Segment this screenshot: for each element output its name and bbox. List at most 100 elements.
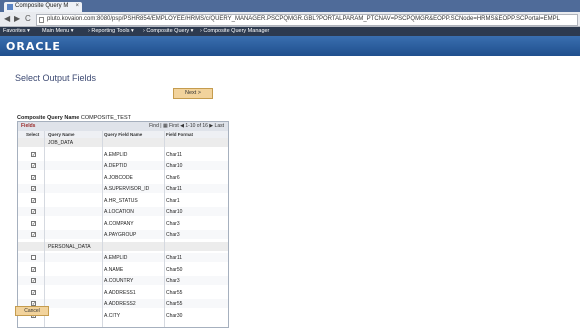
select-checkbox[interactable]: ✓ <box>31 186 36 191</box>
checkmark-icon: ✓ <box>32 197 36 203</box>
query-field-name-cell: A.CITY <box>104 312 121 319</box>
select-checkbox[interactable] <box>31 255 36 260</box>
field-format-cell: Char3 <box>166 278 180 284</box>
query-field-name-cell: A.ADDRESS2 <box>104 301 136 307</box>
select-checkbox[interactable]: ✓ <box>31 220 36 226</box>
checkmark-icon: ✓ <box>32 289 36 295</box>
query-field-name-cell: A.COUNTRY <box>104 278 134 284</box>
tab-close-icon[interactable]: × <box>75 3 79 9</box>
back-icon[interactable]: ◀ <box>4 14 10 24</box>
tab-bar: Composite Query M × <box>0 0 580 12</box>
select-checkbox[interactable]: ✓ <box>31 232 36 237</box>
field-format-cell: Char11 <box>166 186 183 192</box>
select-checkbox[interactable]: ✓ <box>31 174 36 180</box>
select-checkbox[interactable]: ✓ <box>31 278 36 283</box>
field-format-cell: Char10 <box>166 163 183 169</box>
menu-favorites[interactable]: Favorites ▾ <box>3 28 30 34</box>
field-format-cell: Char11 <box>166 151 183 158</box>
oracle-logo: ORACLE <box>6 40 61 53</box>
field-format-cell: Char55 <box>166 301 183 307</box>
page-icon <box>39 17 44 23</box>
table-row: ✓ A.NAME Char50 <box>18 264 228 274</box>
address-bar: ◀ ▶ C pluto.kovaion.com:8080/psp/PSHR854… <box>0 12 580 27</box>
field-format-cell: Char50 <box>166 266 183 273</box>
menu-bar: Favorites ▾ Main Menu ▾ › Reporting Tool… <box>0 27 580 36</box>
query-field-name-cell: A.EMPLID <box>104 151 128 158</box>
grid-title: Fields <box>21 123 36 129</box>
page-title: Select Output Fields <box>15 73 97 83</box>
col-query-name: Query Name <box>48 132 75 137</box>
select-checkbox[interactable]: ✓ <box>31 197 36 203</box>
table-row: ✓ A.JOBCODE Char6 <box>18 172 228 182</box>
query-field-name-cell: A.JOBCODE <box>104 174 133 181</box>
column-divider <box>164 131 165 327</box>
menu-reporting-tools[interactable]: › Reporting Tools ▾ <box>88 28 134 34</box>
next-button[interactable]: Next > <box>173 88 213 99</box>
select-checkbox[interactable]: ✓ <box>31 289 36 295</box>
fields-grid: Fields Find | ▦ First ◀ 1-10 of 16 ▶ Las… <box>17 121 229 328</box>
col-query-field-name: Query Field Name <box>104 132 143 137</box>
field-format-cell: Char6 <box>166 174 180 181</box>
col-field-format: Field Format <box>166 132 194 137</box>
select-checkbox[interactable]: ✓ <box>31 209 36 214</box>
field-format-cell: Char1 <box>166 197 180 204</box>
checkmark-icon: ✓ <box>32 174 36 180</box>
browser-window: Composite Query M × ◀ ▶ C pluto.kovaion.… <box>0 0 580 328</box>
checkmark-icon: ✓ <box>32 186 36 191</box>
checkmark-icon: ✓ <box>32 278 36 283</box>
checkmark-icon: ✓ <box>32 232 36 237</box>
table-row: JOB_DATA <box>18 138 228 147</box>
query-field-name-cell: A.SUPERVISOR_ID <box>104 186 150 192</box>
select-checkbox[interactable]: ✓ <box>31 151 36 157</box>
field-format-cell: Char11 <box>166 255 183 261</box>
table-row: ✓ A.PAYGROUP Char3 <box>18 230 228 239</box>
field-format-cell: Char10 <box>166 209 183 215</box>
select-checkbox[interactable]: ✓ <box>31 266 36 272</box>
grid-navigation[interactable]: Find | ▦ First ◀ 1-10 of 16 ▶ Last <box>149 123 224 129</box>
table-row: ✓ A.COMPANY Char3 <box>18 218 228 228</box>
field-format-cell: Char30 <box>166 312 183 319</box>
query-field-name-cell: A.EMPLID <box>104 255 128 261</box>
checkmark-icon: ✓ <box>32 266 36 272</box>
query-field-name-cell: A.LOCATION <box>104 209 134 215</box>
query-field-name-cell: A.PAYGROUP <box>104 232 137 238</box>
table-row: ✓ A.EMPLID Char11 <box>18 149 228 159</box>
tab-title: Composite Query M <box>15 3 69 9</box>
page-favicon-icon <box>7 4 13 10</box>
table-row: PERSONAL_DATA <box>18 241 228 251</box>
forward-icon[interactable]: ▶ <box>14 14 20 24</box>
query-name-cell: JOB_DATA <box>48 140 74 146</box>
menu-main-menu[interactable]: Main Menu ▾ <box>42 28 74 34</box>
table-row: A.EMPLID Char11 <box>18 253 228 262</box>
query-field-name-cell: A.COMPANY <box>104 220 134 227</box>
query-field-name-cell: A.DEPTID <box>104 163 128 169</box>
cancel-button[interactable]: Cancel <box>15 306 49 316</box>
query-field-name-cell: A.NAME <box>104 266 124 273</box>
field-format-cell: Char3 <box>166 220 180 227</box>
query-name-cell: PERSONAL_DATA <box>48 243 91 250</box>
url-text: pluto.kovaion.com:8080/psp/PSHR854/EMPLO… <box>47 16 560 22</box>
table-row: ✓ A.HR_STATUS Char1 <box>18 195 228 205</box>
table-row: ✓ A.SUPERVISOR_ID Char11 <box>18 184 228 193</box>
select-checkbox[interactable]: ✓ <box>31 163 36 168</box>
reload-icon[interactable]: C <box>25 14 31 24</box>
query-field-name-cell: A.ADDRESS1 <box>104 289 136 296</box>
checkmark-icon: ✓ <box>32 163 36 168</box>
browser-tab[interactable]: Composite Query M × <box>4 2 82 12</box>
peoplesoft-page: Favorites ▾ Main Menu ▾ › Reporting Tool… <box>0 27 580 328</box>
checkmark-icon: ✓ <box>32 220 36 226</box>
table-row: ✓ A.COUNTRY Char3 <box>18 276 228 285</box>
field-format-cell: Char55 <box>166 289 183 296</box>
url-field[interactable]: pluto.kovaion.com:8080/psp/PSHR854/EMPLO… <box>36 14 578 26</box>
column-divider <box>44 131 45 327</box>
column-divider <box>102 131 103 327</box>
checkmark-icon: ✓ <box>32 151 36 157</box>
col-select: Select <box>26 132 40 137</box>
menu-composite-query[interactable]: › Composite Query ▾ <box>143 28 193 34</box>
table-row: ✓ A.LOCATION Char10 <box>18 207 228 216</box>
checkmark-icon: ✓ <box>32 209 36 214</box>
menu-composite-query-manager[interactable]: › Composite Query Manager <box>200 28 269 34</box>
table-row: ✓A.CITYChar30 <box>18 310 228 320</box>
header-band: ORACLE <box>0 36 580 56</box>
query-field-name-cell: A.HR_STATUS <box>104 197 138 204</box>
